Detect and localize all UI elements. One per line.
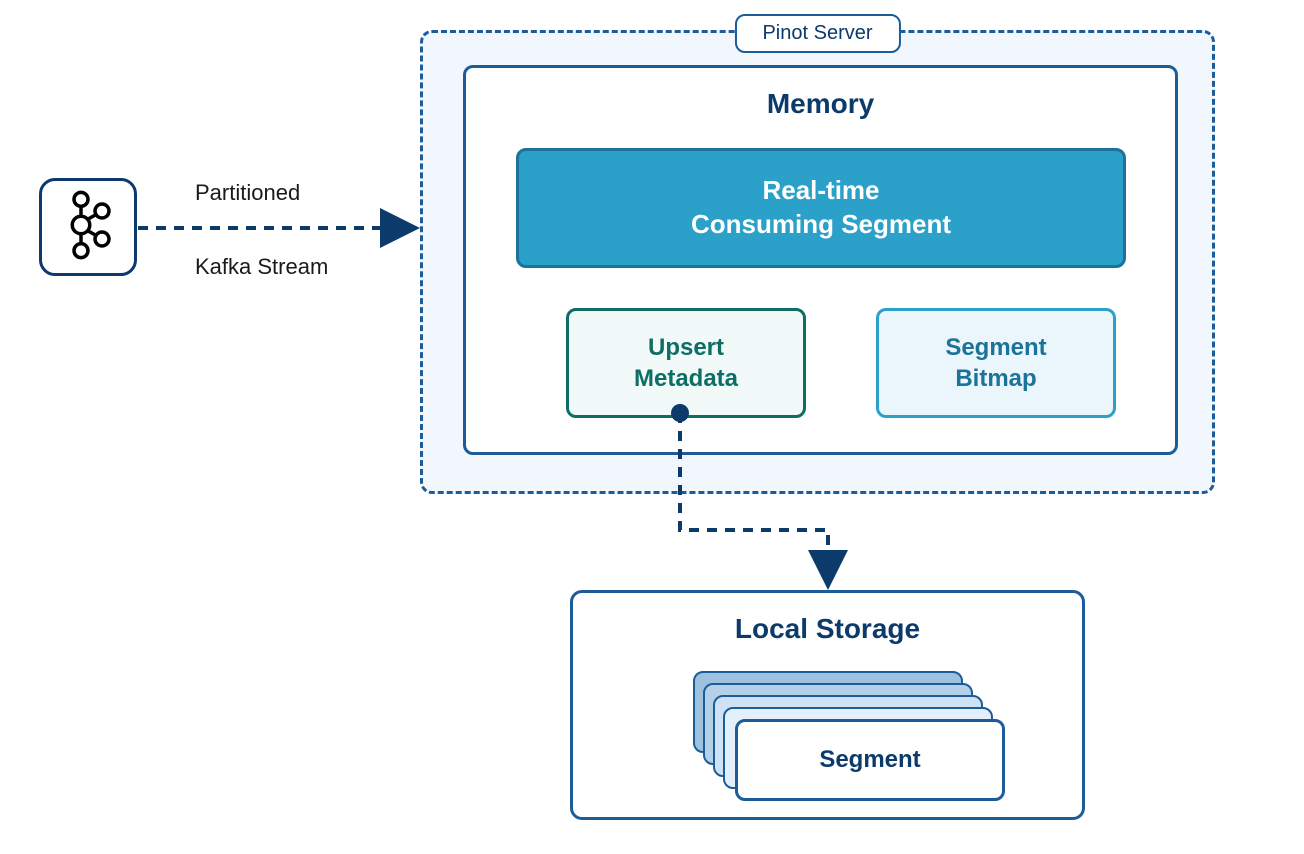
bitmap-line1: Segment xyxy=(945,332,1046,363)
bitmap-line2: Bitmap xyxy=(955,363,1036,394)
stream-label-partitioned: Partitioned xyxy=(195,180,300,206)
realtime-line1: Real-time xyxy=(762,174,879,208)
local-storage-box: Local Storage Segment xyxy=(570,590,1085,820)
memory-title: Memory xyxy=(466,88,1175,120)
memory-box: Memory Real-time Consuming Segment Upser… xyxy=(463,65,1178,455)
pinot-server-label: Pinot Server xyxy=(734,14,900,53)
kafka-source-box xyxy=(39,178,137,276)
realtime-consuming-segment: Real-time Consuming Segment xyxy=(516,148,1126,268)
realtime-line2: Consuming Segment xyxy=(691,208,951,242)
stream-label-kafka: Kafka Stream xyxy=(195,254,328,280)
segment-card-front: Segment xyxy=(735,719,1005,801)
local-storage-title: Local Storage xyxy=(573,613,1082,645)
segment-bitmap-box: Segment Bitmap xyxy=(876,308,1116,418)
kafka-icon xyxy=(64,190,112,265)
upsert-line1: Upsert xyxy=(648,332,724,363)
upsert-line2: Metadata xyxy=(634,363,738,394)
segment-label: Segment xyxy=(819,746,920,774)
pinot-server-container: Pinot Server Memory Real-time Consuming … xyxy=(420,30,1215,494)
upsert-metadata-box: Upsert Metadata xyxy=(566,308,806,418)
